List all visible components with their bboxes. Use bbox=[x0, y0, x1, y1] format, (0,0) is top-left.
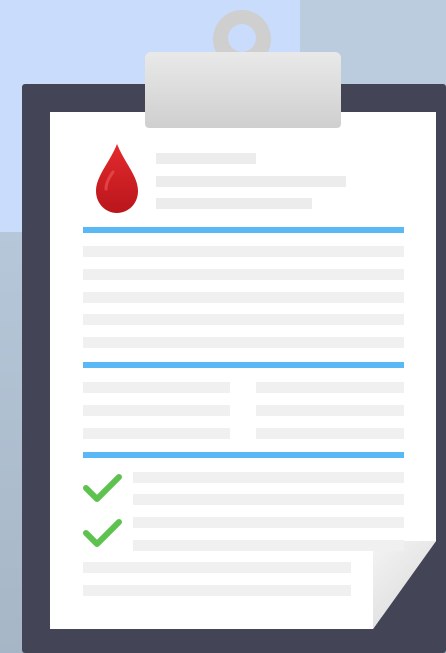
section2-left-line bbox=[83, 405, 230, 416]
section2-right-line bbox=[256, 382, 404, 393]
blood-drop-icon bbox=[96, 144, 138, 213]
check-icon bbox=[83, 519, 122, 547]
footer-line bbox=[83, 585, 351, 596]
checklist-item-line bbox=[133, 494, 404, 505]
section1-line bbox=[83, 292, 404, 303]
section2-left-line bbox=[83, 428, 230, 439]
header-line-2 bbox=[156, 176, 346, 187]
section2-left-line bbox=[83, 382, 230, 393]
section-divider-3 bbox=[83, 452, 404, 458]
section-divider-2 bbox=[83, 362, 404, 368]
section1-line bbox=[83, 314, 404, 325]
section2-right-line bbox=[256, 428, 404, 439]
clipboard-icon bbox=[145, 52, 341, 128]
section1-line bbox=[83, 337, 404, 348]
checklist-item-line bbox=[133, 540, 404, 551]
section2-right-line bbox=[256, 405, 404, 416]
section1-line bbox=[83, 246, 404, 257]
checklist-item-line bbox=[133, 517, 404, 528]
check-icon bbox=[83, 474, 122, 502]
section1-line bbox=[83, 269, 404, 280]
clipboard-clip-hole bbox=[228, 24, 256, 52]
checklist-item-line bbox=[133, 472, 404, 483]
footer-line bbox=[83, 562, 351, 573]
header-line-3 bbox=[156, 198, 312, 209]
header-line-1 bbox=[156, 153, 256, 164]
section-divider-1 bbox=[83, 227, 404, 233]
